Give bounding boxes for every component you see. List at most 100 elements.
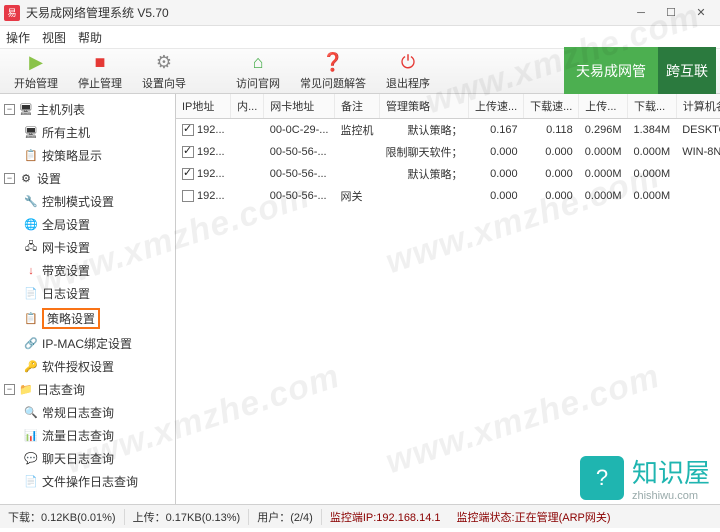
- tree-normal-log[interactable]: 🔍 常规日志查询: [2, 401, 173, 424]
- col-note[interactable]: 备注: [334, 94, 379, 119]
- computer-icon: 🖥: [19, 103, 33, 117]
- tree-label: 常规日志查询: [42, 404, 114, 421]
- exit-button[interactable]: ⏻ 退出程序: [376, 50, 440, 93]
- search-icon: 🔍: [24, 406, 38, 420]
- stop-icon: ■: [89, 52, 111, 74]
- brand-banner: 天易成网管 跨互联: [564, 49, 716, 93]
- tree-label: 策略设置: [42, 308, 100, 329]
- tree-label: 聊天日志查询: [42, 450, 114, 467]
- col-down-total[interactable]: 下载...: [628, 94, 677, 119]
- bandwidth-icon: ↓: [24, 264, 38, 278]
- status-monitor-state: 监控端状态:正在管理(ARP网关): [449, 509, 619, 525]
- row-checkbox[interactable]: [182, 190, 194, 202]
- menu-help[interactable]: 帮助: [78, 29, 102, 46]
- zhishiwu-badge: ? 知识屋 zhishiwu.com: [580, 453, 710, 502]
- status-users: 用户：(2/4): [249, 509, 322, 525]
- tree-hosts[interactable]: −🖥主机列表: [2, 98, 173, 121]
- tree-label: 按策略显示: [42, 147, 102, 164]
- menu-view[interactable]: 视图: [42, 29, 66, 46]
- faq-label: 常见问题解答: [300, 75, 366, 91]
- faq-button[interactable]: ❓ 常见问题解答: [290, 50, 376, 93]
- tree-nic-settings[interactable]: 🖧 网卡设置: [2, 236, 173, 259]
- chat-icon: 💬: [24, 452, 38, 466]
- tree-bandwidth-settings[interactable]: ↓ 带宽设置: [2, 259, 173, 282]
- tree-label: 软件授权设置: [42, 358, 114, 375]
- tree-policy-settings[interactable]: 📋 策略设置: [2, 305, 173, 332]
- tree-label: 文件操作日志查询: [42, 473, 138, 490]
- tree-all-hosts[interactable]: 🖥所有主机: [2, 121, 173, 144]
- close-button[interactable]: ✕: [686, 3, 716, 23]
- internet-label: 访问官网: [236, 75, 280, 91]
- col-ip[interactable]: IP地址: [176, 94, 231, 119]
- col-internal[interactable]: 内...: [231, 94, 264, 119]
- tree-label: IP-MAC绑定设置: [42, 335, 132, 352]
- table-row[interactable]: 192...00-50-56-...默认策略；0.0000.0000.000M0…: [176, 163, 720, 185]
- globe-icon: 🌐: [24, 218, 38, 232]
- titlebar: 易 天易成网络管理系统 V5.70 ─ ☐ ✕: [0, 0, 720, 26]
- menu-operate[interactable]: 操作: [6, 29, 30, 46]
- row-checkbox[interactable]: [182, 146, 194, 158]
- file-icon: 📄: [24, 475, 38, 489]
- visit-website-button[interactable]: ⌂ 访问官网: [226, 50, 290, 93]
- tree-label: 控制模式设置: [42, 193, 114, 210]
- table-row[interactable]: 192...00-0C-29-...监控机默认策略；0.1670.1180.29…: [176, 119, 720, 142]
- policy-icon: 📋: [24, 149, 38, 163]
- brand-a: 天易成网管: [564, 47, 658, 95]
- tree-settings[interactable]: −⚙设置: [2, 167, 173, 190]
- start-label: 开始管理: [14, 75, 58, 91]
- tree-logs[interactable]: −📁日志查询: [2, 378, 173, 401]
- zhishiwu-url: zhishiwu.com: [632, 490, 710, 502]
- col-mac[interactable]: 网卡地址: [264, 94, 335, 119]
- table-row[interactable]: 192...00-50-56-...限制聊天软件；0.0000.0000.000…: [176, 141, 720, 163]
- tree-traffic-log[interactable]: 📊 流量日志查询: [2, 424, 173, 447]
- tree-chat-log[interactable]: 💬 聊天日志查询: [2, 447, 173, 470]
- tree-label: 设置: [37, 170, 61, 187]
- home-icon: ⌂: [247, 52, 269, 74]
- sidebar: −🖥主机列表 🖥所有主机 📋按策略显示 −⚙设置 🔧控制模式设置 🌐全局设置 🖧…: [0, 94, 176, 504]
- nic-icon: 🖧: [24, 241, 38, 255]
- app-icon: 易: [4, 5, 20, 21]
- tree-control-mode[interactable]: 🔧控制模式设置: [2, 190, 173, 213]
- zhishiwu-icon: ?: [580, 456, 624, 500]
- tree-label: 流量日志查询: [42, 427, 114, 444]
- row-checkbox[interactable]: [182, 168, 194, 180]
- chart-icon: 📊: [24, 429, 38, 443]
- brand-b: 跨互联: [658, 47, 716, 95]
- gear-icon: ⚙: [19, 172, 33, 186]
- stop-manage-button[interactable]: ■ 停止管理: [68, 50, 132, 93]
- help-icon: ❓: [322, 52, 344, 74]
- col-up-speed[interactable]: 上传速...: [468, 94, 523, 119]
- menubar: 操作 视图 帮助: [0, 26, 720, 48]
- col-down-speed[interactable]: 下载速...: [524, 94, 579, 119]
- tree-sw-auth[interactable]: 🔑软件授权设置: [2, 355, 173, 378]
- col-up-total[interactable]: 上传...: [579, 94, 628, 119]
- exit-label: 退出程序: [386, 75, 430, 91]
- status-upload: 上传：0.17KB(0.13%): [125, 509, 250, 525]
- play-icon: ▶: [25, 52, 47, 74]
- policy-icon: 📋: [24, 312, 38, 326]
- col-policy[interactable]: 管理策略: [379, 94, 468, 119]
- col-hostname[interactable]: 计算机名称: [676, 94, 720, 119]
- tree-label: 带宽设置: [42, 262, 90, 279]
- table-header-row: IP地址 内... 网卡地址 备注 管理策略 上传速... 下载速... 上传.…: [176, 94, 720, 119]
- window-title: 天易成网络管理系统 V5.70: [26, 4, 626, 21]
- statusbar: 下载：0.12KB(0.01%) 上传：0.17KB(0.13%) 用户：(2/…: [0, 504, 720, 528]
- tree-fileop-log[interactable]: 📄 文件操作日志查询: [2, 470, 173, 493]
- main-area: −🖥主机列表 🖥所有主机 📋按策略显示 −⚙设置 🔧控制模式设置 🌐全局设置 🖧…: [0, 94, 720, 504]
- maximize-button[interactable]: ☐: [656, 3, 686, 23]
- row-checkbox[interactable]: [182, 124, 194, 136]
- tree-global-settings[interactable]: 🌐全局设置: [2, 213, 173, 236]
- settings-wizard-button[interactable]: ⚙ 设置向导: [132, 50, 196, 93]
- tree-label: 网卡设置: [42, 239, 90, 256]
- minimize-button[interactable]: ─: [626, 3, 656, 23]
- table-row[interactable]: 192...00-50-56-...网关0.0000.0000.000M0.00…: [176, 185, 720, 207]
- tree-by-policy[interactable]: 📋 按策略显示: [2, 144, 173, 167]
- log-icon: 📄: [24, 287, 38, 301]
- zhishiwu-name: 知识屋: [632, 453, 710, 490]
- tree-log-settings[interactable]: 📄日志设置: [2, 282, 173, 305]
- status-download: 下载：0.12KB(0.01%): [0, 509, 125, 525]
- toolbar: ▶ 开始管理 ■ 停止管理 ⚙ 设置向导 ⌂ 访问官网 ❓ 常见问题解答 ⏻ 退…: [0, 48, 720, 94]
- start-manage-button[interactable]: ▶ 开始管理: [4, 50, 68, 93]
- wizard-label: 设置向导: [142, 75, 186, 91]
- tree-ipmac-settings[interactable]: 🔗IP-MAC绑定设置: [2, 332, 173, 355]
